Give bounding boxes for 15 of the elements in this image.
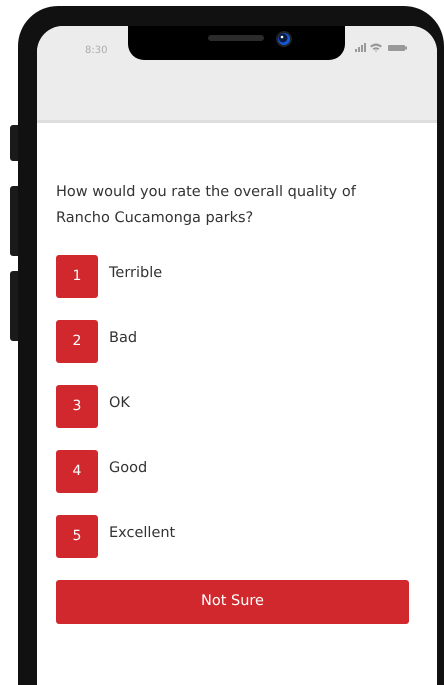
status-icons	[355, 43, 409, 53]
rating-button[interactable]: 1	[56, 255, 98, 298]
rating-label: OK	[109, 394, 130, 413]
question-text: How would you rate the overall quality of Rancho Cucamonga parks?	[56, 183, 358, 228]
status-time: 8:30	[85, 44, 108, 58]
rating-button[interactable]: 4	[56, 450, 98, 493]
not-sure-button[interactable]: Not Sure	[56, 580, 409, 624]
rating-button[interactable]: 5	[56, 515, 98, 558]
rating-label: Good	[109, 459, 148, 478]
camera-icon	[275, 30, 293, 48]
rating-label: Excellent	[109, 524, 176, 543]
rating-label: Terrible	[109, 264, 162, 283]
rating-button[interactable]: 3	[56, 385, 98, 428]
rating-button[interactable]: 2	[56, 320, 98, 363]
rating-label: Bad	[109, 329, 138, 348]
